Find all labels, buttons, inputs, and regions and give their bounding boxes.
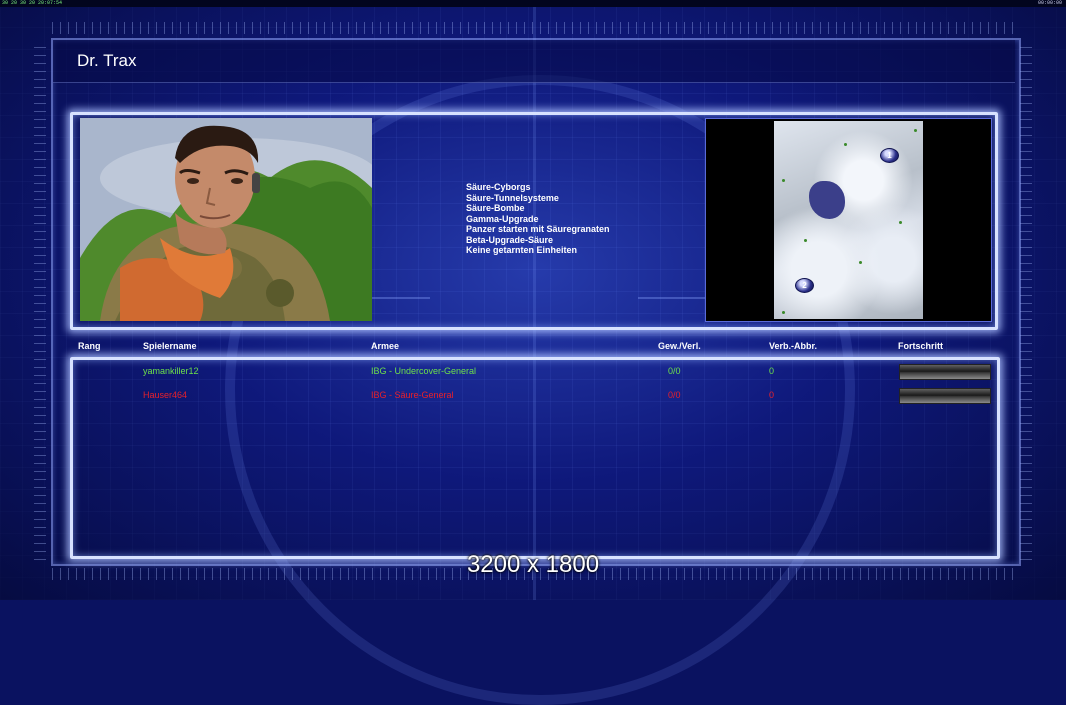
cell-player: yamankiller12: [143, 366, 199, 376]
tree-dot: [914, 129, 917, 132]
cell-army: IBG - Undercover-General: [371, 366, 477, 376]
cell-winloss: 0/0: [668, 366, 681, 376]
start-position-marker[interactable]: 1: [880, 148, 899, 163]
tree-dot: [899, 221, 902, 224]
general-title: Dr. Trax: [77, 51, 137, 70]
rule-item: Säure-Tunnelsysteme: [466, 192, 559, 203]
status-clock: 00:00:00: [1037, 0, 1062, 6]
header-progress: Fortschritt: [898, 341, 943, 351]
progress-bar: [899, 364, 991, 380]
player-table-header: Rang Spielername Armee Gew./Verl. Verb.-…: [0, 341, 1066, 355]
header-rank: Rang: [78, 341, 101, 351]
ruler-left: [34, 40, 46, 560]
progress-bar: [899, 388, 991, 404]
system-status-bar: 30 20 30 20 20:07:54 00:00:00: [0, 0, 1066, 7]
cell-disconnects: 0: [769, 390, 775, 400]
portrait-icon: [80, 118, 372, 321]
cell-player: Hauser464: [143, 390, 188, 400]
tree-dot: [844, 143, 847, 146]
rule-item: Gamma-Upgrade: [466, 213, 539, 224]
header-army: Armee: [371, 341, 400, 351]
header-player: Spielername: [143, 341, 197, 351]
rules-list: Säure-Cyborgs Säure-Tunnelsysteme Säure-…: [466, 182, 610, 256]
minimap: 1 2: [705, 118, 992, 322]
tree-dot: [782, 311, 785, 314]
tree-dot: [782, 179, 785, 182]
rule-item: Panzer starten mit Säuregranaten: [466, 224, 610, 234]
header-winloss: Gew./Verl.: [658, 341, 701, 351]
rule-item: Säure-Cyborgs: [466, 182, 531, 192]
title-bar: [53, 40, 1015, 83]
resolution-watermark: 3200 x 1800: [466, 551, 600, 578]
portrait-image: [80, 118, 372, 321]
ruler-top: [52, 22, 1018, 34]
cell-army: IBG - Säure-General: [371, 390, 454, 400]
rule-item: Keine getarnten Einheiten: [466, 245, 578, 255]
start-position-marker[interactable]: 2: [795, 278, 814, 293]
minimap-image: 1 2: [774, 121, 923, 319]
tree-dot: [859, 261, 862, 264]
lake-shape: [809, 181, 845, 219]
tree-dot: [804, 239, 807, 242]
status-left-text: 30 20 30 20 20:07:54: [2, 0, 63, 6]
ruler-right: [1020, 40, 1032, 560]
header-disconnects: Verb.-Abbr.: [769, 341, 818, 351]
cell-winloss: 0/0: [668, 390, 681, 400]
cell-disconnects: 0: [769, 366, 775, 376]
player-table-panel: [70, 357, 1000, 559]
rule-item: Säure-Bombe: [466, 203, 525, 213]
rule-item: Beta-Upgrade-Säure: [466, 234, 554, 245]
